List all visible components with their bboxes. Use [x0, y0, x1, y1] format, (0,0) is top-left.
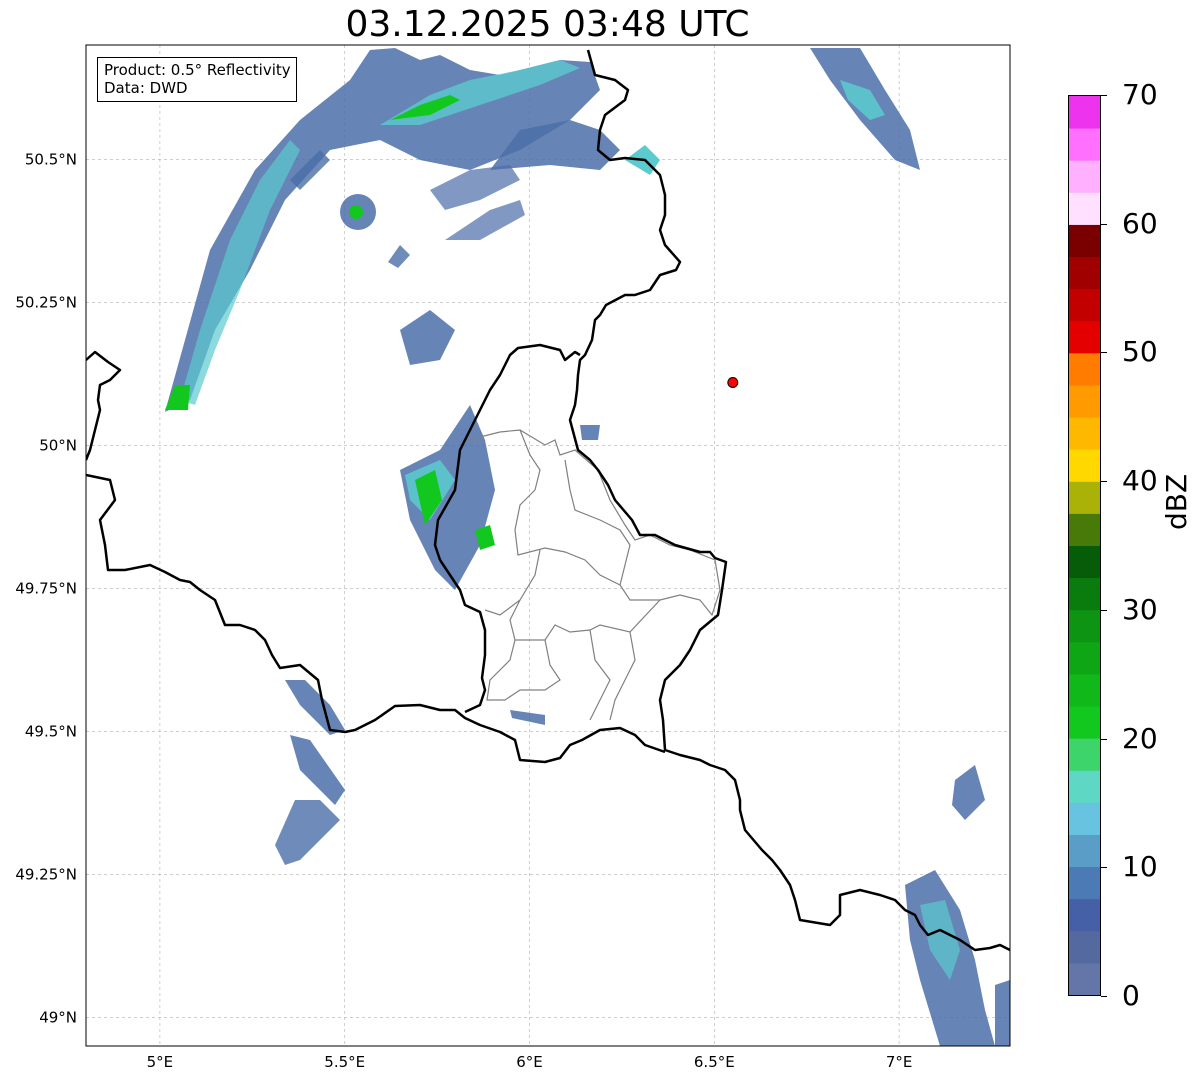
colorbar-tick	[1101, 481, 1107, 483]
colorbar-segment	[1069, 770, 1100, 803]
echo-cell	[430, 165, 520, 210]
colorbar-segment	[1069, 802, 1100, 835]
colorbar-segment	[1069, 898, 1100, 932]
echo-cell	[995, 980, 1010, 1046]
echo-cell	[388, 245, 410, 268]
country-border	[86, 473, 666, 764]
lon-tick-label: 7°E	[886, 1053, 913, 1071]
source-label: Data: DWD	[104, 79, 188, 97]
radar-site-marker	[727, 376, 739, 388]
district-border	[609, 631, 636, 721]
colorbar-tick-label: 60	[1122, 206, 1158, 240]
colorbar-segment	[1069, 609, 1100, 643]
country-border	[568, 49, 1010, 952]
lon-tick-label: 5°E	[147, 1053, 174, 1071]
district-border	[509, 549, 661, 641]
echo-cell	[952, 765, 985, 820]
lat-tick-label: 50.5°N	[25, 150, 77, 168]
colorbar-tick-label: 0	[1122, 979, 1140, 1012]
district-border	[467, 429, 721, 617]
district-borders	[467, 429, 721, 721]
colorbar-tick	[1101, 95, 1107, 96]
echo-cell	[275, 800, 340, 865]
gridlines	[86, 45, 1010, 1046]
colorbar-tick	[1101, 609, 1107, 611]
colorbar-tick	[1101, 867, 1107, 869]
colorbar	[1068, 95, 1101, 996]
echo-cell	[400, 310, 455, 365]
colorbar-segment	[1069, 288, 1100, 322]
district-border	[514, 429, 621, 586]
colorbar-segment	[1069, 384, 1100, 418]
colorbar-segment	[1069, 224, 1100, 258]
lon-tick-label: 6.5°E	[694, 1053, 735, 1071]
colorbar-segment	[1069, 962, 1100, 995]
country-border	[86, 350, 122, 461]
colorbar-tick-label: 50	[1122, 335, 1158, 369]
colorbar-tick-label: 20	[1122, 721, 1158, 755]
colorbar-segment	[1069, 577, 1100, 611]
colorbar-segment	[1069, 673, 1100, 707]
colorbar-tick	[1101, 352, 1107, 354]
colorbar-segment	[1069, 706, 1100, 739]
colorbar-tick	[1101, 223, 1107, 225]
colorbar-tick-label: 10	[1122, 850, 1158, 884]
echo-cell	[580, 425, 600, 440]
colorbar-unit: dBZ	[1160, 473, 1193, 530]
district-border	[564, 459, 631, 546]
colorbar-tick-label: 70	[1122, 78, 1158, 111]
national-borders	[86, 49, 1010, 952]
colorbar-segment	[1069, 834, 1100, 868]
colorbar-segment	[1069, 417, 1100, 450]
district-border	[484, 599, 521, 616]
map-title: 03.12.2025 03:48 UTC	[345, 4, 750, 45]
colorbar-segment	[1069, 352, 1100, 386]
colorbar-segment	[1069, 449, 1100, 482]
colorbar-segment	[1069, 160, 1100, 193]
echo-cell	[180, 140, 300, 405]
district-border	[589, 629, 611, 721]
colorbar-segment	[1069, 192, 1100, 225]
lat-tick-label: 50°N	[39, 436, 77, 454]
colorbar-segment	[1069, 481, 1100, 514]
country-border	[438, 559, 487, 714]
colorbar-tick	[1101, 738, 1107, 740]
echo-cell	[165, 385, 190, 410]
echo-cell	[165, 48, 600, 412]
lon-tick-label: 6°E	[516, 1053, 543, 1071]
colorbar-tick-label: 30	[1122, 592, 1158, 626]
colorbar-segment	[1069, 256, 1100, 290]
colorbar-segment	[1069, 128, 1100, 161]
info-box: Product: 0.5° Reflectivity Data: DWD	[97, 57, 297, 102]
lat-tick-label: 49.75°N	[15, 579, 77, 597]
radar-map: 5°E 5.5°E 6°E 6.5°E 7°E 50.5°N 50.25°N 50°N 49.7…	[15, 44, 1011, 1071]
axis-ticks: 5°E 5.5°E 6°E 6.5°E 7°E 50.5°N 50.25°N 50°N 49.7…	[15, 150, 912, 1071]
colorbar-segment	[1069, 513, 1100, 546]
colorbar-segment	[1069, 320, 1100, 354]
colorbar-tick	[1101, 996, 1107, 997]
lon-tick-label: 5.5°E	[324, 1053, 365, 1071]
colorbar-segment	[1069, 738, 1100, 771]
colorbar-segment	[1069, 545, 1100, 579]
lat-tick-label: 49°N	[39, 1008, 77, 1026]
lat-tick-label: 49.5°N	[25, 722, 77, 740]
colorbar-segment	[1069, 930, 1100, 964]
echo-cell	[285, 680, 345, 735]
colorbar-segment	[1069, 641, 1100, 675]
district-border	[486, 639, 561, 701]
product-label: Product: 0.5° Reflectivity	[104, 61, 291, 79]
echo-cell	[349, 205, 363, 219]
colorbar-tick-label: 40	[1122, 464, 1158, 498]
lat-tick-label: 49.25°N	[15, 865, 77, 883]
echo-cell	[510, 710, 545, 725]
map-frame	[85, 44, 1011, 1047]
colorbar-segment	[1069, 866, 1100, 900]
lat-tick-label: 50.25°N	[15, 293, 77, 311]
colorbar-segment	[1069, 96, 1100, 129]
echo-cell	[290, 735, 345, 805]
